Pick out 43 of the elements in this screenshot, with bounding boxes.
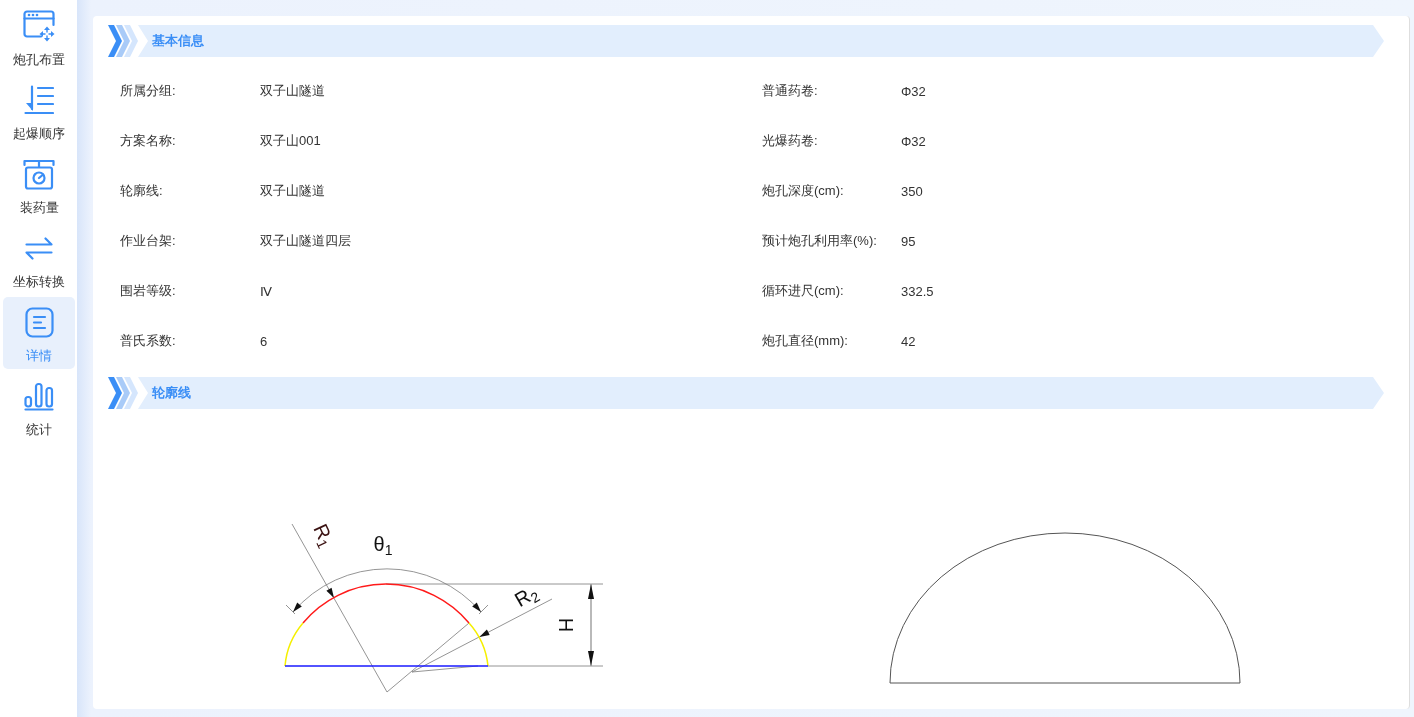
field-label: 普通药卷: — [762, 82, 818, 100]
field-label: 炮孔直径(mm): — [762, 332, 848, 350]
field-label: 作业台架: — [120, 232, 176, 250]
field-value: Φ32 — [901, 133, 926, 149]
field-label: 光爆药卷: — [762, 132, 818, 150]
field-value: 6 — [260, 333, 268, 349]
section-title: 基本信息 — [152, 32, 204, 50]
field-value: 双子山隧道 — [260, 82, 325, 100]
field-value: 350 — [901, 183, 923, 199]
bar-chart-icon — [24, 381, 54, 411]
angle-label: θ$_{1}$ — [373, 534, 393, 554]
sidebar-item[interactable]: 统计 — [3, 371, 75, 443]
sidewall-arc — [468, 622, 489, 667]
field-value: 42 — [901, 333, 916, 349]
chevrons-icon — [108, 25, 138, 57]
field-value: 双子山隧道 — [260, 182, 325, 200]
section-title: 轮廓线 — [152, 384, 191, 402]
field-value: Φ32 — [901, 83, 926, 99]
field-value: 332.5 — [901, 283, 934, 299]
field-label: 轮廓线: — [120, 182, 163, 200]
field-label: 普氏系数: — [120, 332, 176, 350]
field-value: Ⅳ — [260, 283, 272, 299]
scale-icon — [23, 158, 55, 190]
field-label: 循环进尺(cm): — [762, 282, 844, 300]
sidebar-item[interactable]: 装药量 — [3, 149, 75, 221]
sidebar-item[interactable]: 炮孔布置 — [3, 1, 75, 73]
document-lines-icon — [24, 306, 54, 338]
sidebar-item[interactable]: 坐标转换 — [3, 223, 75, 295]
height-label: H — [556, 617, 576, 633]
sort-list-icon — [24, 85, 54, 115]
window-move-icon — [23, 10, 55, 42]
swap-arrows-icon — [25, 236, 53, 260]
chevrons-icon — [108, 377, 138, 409]
field-label: 方案名称: — [120, 132, 176, 150]
field-value: 95 — [901, 233, 916, 249]
field-value: 双子山隧道四层 — [260, 232, 351, 250]
field-label: 炮孔深度(cm): — [762, 182, 844, 200]
field-label: 所属分组: — [120, 82, 176, 100]
sidewall-arc — [284, 622, 304, 667]
field-label: 预计炮孔利用率(%): — [762, 232, 877, 250]
sidebar-item[interactable]: 起爆顺序 — [3, 75, 75, 147]
field-label: 围岩等级: — [120, 282, 176, 300]
field-value: 双子山001 — [260, 132, 321, 150]
